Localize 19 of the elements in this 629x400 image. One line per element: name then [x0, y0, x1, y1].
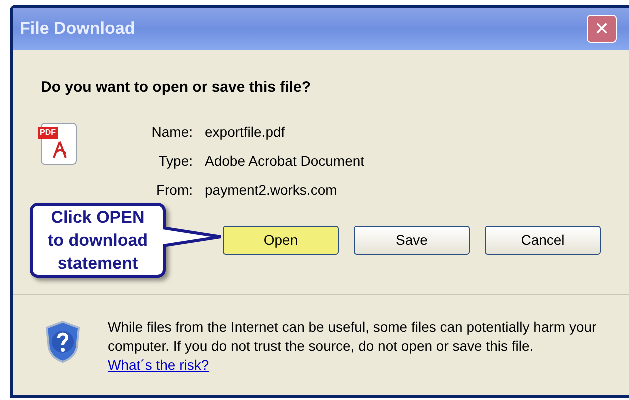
warning-text: While files from the Internet can be useful, some files can potentially harm your computer. If you do not trust the source, do not open or save this file. What´s the risk?: [108, 318, 598, 375]
dialog-button[interactable]: Cancel: [485, 226, 601, 255]
callout-text: statement: [58, 253, 138, 275]
field-label: From:: [155, 181, 193, 200]
close-button[interactable]: ✕: [587, 15, 617, 43]
shield-help-icon: [45, 320, 81, 364]
window-title: File Download: [20, 18, 136, 40]
risk-link[interactable]: What´s the risk?: [108, 357, 210, 373]
field-value: exportfile.pdf: [205, 123, 286, 142]
question-text: Do you want to open or save this file?: [41, 78, 312, 98]
field-value: Adobe Acrobat Document: [205, 152, 365, 171]
dialog-button[interactable]: Save: [354, 226, 470, 255]
pdf-file-icon: PDF: [41, 123, 77, 165]
callout-text: to download: [48, 230, 148, 252]
field-value: payment2.works.com: [205, 181, 338, 200]
callout-text: Click OPEN: [51, 207, 145, 229]
dialog-button[interactable]: Open: [223, 226, 339, 255]
field-label: Name:: [150, 123, 193, 142]
field-label: Type:: [158, 152, 193, 171]
